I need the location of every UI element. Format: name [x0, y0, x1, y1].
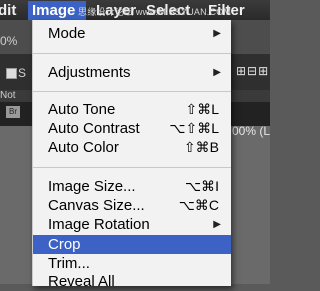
image-menu-dropdown: Mode ▶ Adjustments ▶ Auto Tone ⇧⌘L Auto …	[32, 20, 231, 290]
menu-item-reveal-all[interactable]: Reveal All	[33, 272, 231, 291]
shortcut: ⌥⌘I	[184, 178, 219, 194]
menu-bar: dit Image Layer Select Filter 思缘设计论坛 www…	[0, 0, 270, 20]
submenu-arrow-icon: ▶	[213, 28, 221, 39]
menu-item-adjustments[interactable]: Adjustments ▶	[33, 63, 231, 82]
submenu-arrow-icon: ▶	[213, 219, 221, 230]
menu-item-auto-contrast[interactable]: Auto Contrast ⌥⇧⌘L	[33, 119, 231, 138]
menu-item-image-rotation[interactable]: Image Rotation ▶	[33, 215, 231, 234]
menu-item-mode[interactable]: Mode ▶	[33, 24, 231, 43]
menu-item-image-size[interactable]: Image Size... ⌥⌘I	[33, 177, 231, 196]
menu-item-canvas-size[interactable]: Canvas Size... ⌥⌘C	[33, 196, 231, 215]
zoom-readout-left: 0%	[0, 34, 18, 48]
menu-item-crop[interactable]: Crop	[33, 235, 231, 254]
menu-item-trim[interactable]: Trim...	[33, 254, 231, 273]
shortcut: ⌥⇧⌘L	[169, 120, 219, 136]
menu-separator	[33, 91, 231, 92]
menu-item-auto-tone[interactable]: Auto Tone ⇧⌘L	[33, 100, 231, 119]
menu-separator	[33, 53, 231, 54]
menu-edit[interactable]: dit	[0, 1, 16, 20]
document-tab-title[interactable]: 00% (L	[232, 124, 270, 138]
menu-separator	[33, 167, 231, 168]
menu-item-auto-color[interactable]: Auto Color ⇧⌘B	[33, 138, 231, 157]
option-label: S	[18, 66, 27, 80]
checkbox[interactable]	[6, 68, 17, 79]
submenu-arrow-icon: ▶	[213, 67, 221, 78]
bridge-icon[interactable]: Br	[6, 106, 20, 118]
watermark: 思缘设计论坛 www.MISSYUAN.COM	[78, 7, 232, 17]
shortcut: ⇧⌘L	[185, 101, 219, 117]
shortcut: ⇧⌘B	[183, 139, 219, 155]
align-icons[interactable]: ⊞⊟⊞	[236, 64, 269, 78]
tab-label[interactable]: Not	[0, 90, 16, 101]
shortcut: ⌥⌘C	[178, 197, 219, 213]
